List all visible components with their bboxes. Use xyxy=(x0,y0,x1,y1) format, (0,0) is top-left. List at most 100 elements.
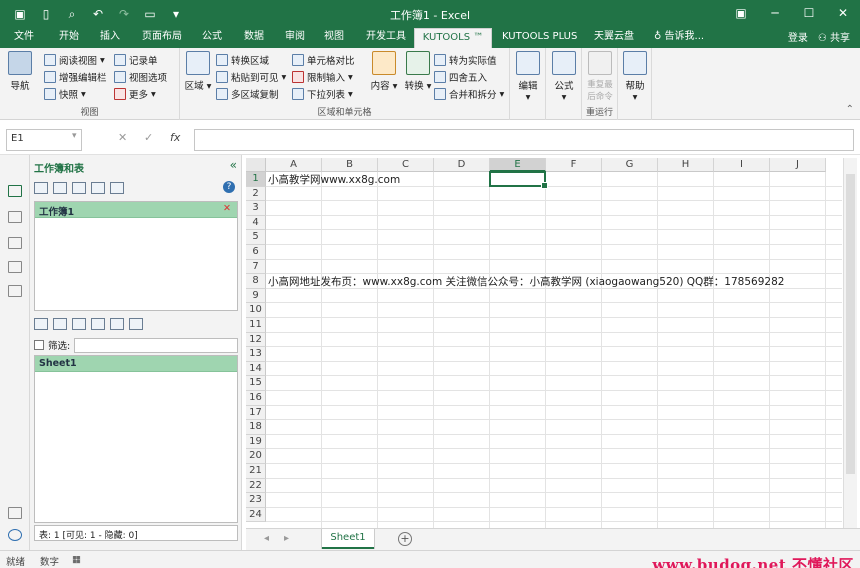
dropdown-list-button[interactable]: 下拉列表 ▾ xyxy=(292,86,353,102)
macro-record-icon[interactable]: ▦ xyxy=(72,554,81,565)
share-button[interactable]: ⚇ 共享 xyxy=(818,29,850,44)
find-replace-icon[interactable] xyxy=(8,285,22,297)
next-sheet-icon[interactable]: ▸ xyxy=(284,533,289,544)
help-button[interactable]: 帮助 ▾ xyxy=(619,51,651,103)
enhanced-edit-bar-button[interactable]: 增强编辑栏 xyxy=(44,69,107,85)
collapse-ribbon-icon[interactable]: ⌃ xyxy=(846,104,854,115)
column-header-a[interactable]: A xyxy=(266,158,322,172)
row-header-9[interactable]: 9 xyxy=(246,288,266,304)
compare-cells-button[interactable]: 单元格对比 xyxy=(292,52,355,68)
row-header-8[interactable]: 8 xyxy=(246,274,266,289)
collapse-panel-icon[interactable]: « xyxy=(230,158,237,172)
selected-cell-e1[interactable] xyxy=(489,171,548,189)
row-header-21[interactable]: 21 xyxy=(246,464,266,479)
row-header-2[interactable]: 2 xyxy=(246,186,266,202)
paste-to-visible-button[interactable]: 粘贴到可见 ▾ xyxy=(216,69,286,85)
column-header-h[interactable]: H xyxy=(658,158,714,172)
convert-button[interactable]: 转换 ▾ xyxy=(402,51,434,92)
close-workbook-icon[interactable]: ✕ xyxy=(223,203,231,214)
cell-a8[interactable]: 小高网地址发布页：www.xx8g.com 关注微信公众号：小高教学网 (xia… xyxy=(268,275,784,289)
formula-input[interactable] xyxy=(194,129,854,151)
workbook-item[interactable]: 工作簿1 ✕ xyxy=(35,202,237,218)
row-header-4[interactable]: 4 xyxy=(246,215,266,231)
name-box[interactable]: E1 xyxy=(6,129,82,151)
workbook-sheets-icon[interactable] xyxy=(8,185,22,197)
merge-split-button[interactable]: 合并和拆分 ▾ xyxy=(434,86,504,102)
refresh-icon[interactable] xyxy=(110,182,124,194)
vertical-scrollbar[interactable] xyxy=(843,158,857,528)
login-link[interactable]: 登录 xyxy=(788,29,808,44)
row-header-6[interactable]: 6 xyxy=(246,245,266,260)
row-header-10[interactable]: 10 xyxy=(246,303,266,318)
sheet-image-icon[interactable] xyxy=(72,318,86,330)
sort-asc-icon[interactable] xyxy=(53,182,67,194)
column-header-c[interactable]: C xyxy=(378,158,434,172)
sort-desc-icon[interactable] xyxy=(72,182,86,194)
snapshot-button[interactable]: 快照 ▾ xyxy=(44,86,86,102)
row-header-24[interactable]: 24 xyxy=(246,507,266,523)
row-header-5[interactable]: 5 xyxy=(246,230,266,245)
maximize-button[interactable]: ☐ xyxy=(792,0,826,26)
column-header-j[interactable]: J xyxy=(770,158,826,172)
sheet-edit-icon[interactable] xyxy=(110,318,124,330)
help-circle-icon[interactable]: ? xyxy=(223,181,235,193)
repeat-last-button[interactable]: 重复最后命令 xyxy=(584,51,616,102)
navigation-button[interactable]: 导航 xyxy=(4,51,36,92)
insert-function-icon[interactable]: fx xyxy=(170,131,180,144)
tab-home[interactable]: 开始 xyxy=(55,28,83,48)
sheet-list-view-icon[interactable] xyxy=(34,318,48,330)
sheet-list-item[interactable]: Sheet1 xyxy=(35,356,237,372)
row-header-1[interactable]: 1 xyxy=(246,172,266,187)
close-button[interactable]: ✕ xyxy=(826,0,860,26)
autotext-icon[interactable] xyxy=(8,211,22,223)
row-header-17[interactable]: 17 xyxy=(246,405,266,421)
filter-checkbox[interactable] xyxy=(34,340,44,350)
filter-input[interactable] xyxy=(74,337,238,353)
prev-sheet-icon[interactable]: ◂ xyxy=(264,533,269,544)
content-button[interactable]: 内容 ▾ xyxy=(368,51,400,92)
tab-developer[interactable]: 开发工具 xyxy=(362,28,410,48)
ribbon-display-options-button[interactable]: ▣ xyxy=(724,0,758,26)
tab-data[interactable]: 数据 xyxy=(240,28,268,48)
convert-range-button[interactable]: 转换区域 xyxy=(216,52,269,68)
column-header-g[interactable]: G xyxy=(602,158,658,172)
data-form-button[interactable]: 记录单 xyxy=(114,52,158,68)
sheet-refresh-icon[interactable] xyxy=(129,318,143,330)
sheet-tab-sheet1[interactable]: Sheet1 xyxy=(322,529,374,549)
reading-view-button[interactable]: 阅读视图 ▾ xyxy=(44,52,105,68)
row-header-15[interactable]: 15 xyxy=(246,376,266,391)
worksheet-grid[interactable]: ABCDEFGHIJ 1 2 3 4 5 6 7 8 9 10 11 12 13 14 15 16 17 18 19… xyxy=(246,158,842,528)
view-options-button[interactable]: 视图选项 xyxy=(114,69,167,85)
row-header-3[interactable]: 3 xyxy=(246,201,266,216)
row-header-13[interactable]: 13 xyxy=(246,347,266,362)
vertical-scroll-thumb[interactable] xyxy=(846,174,855,474)
cell-a1[interactable]: 小高教学网www.xx8g.com xyxy=(268,173,400,187)
column-header-d[interactable]: D xyxy=(434,158,490,172)
row-header-7[interactable]: 7 xyxy=(246,259,266,275)
confirm-entry-icon[interactable]: ✓ xyxy=(144,131,153,144)
tab-kutools-plus[interactable]: KUTOOLS PLUS xyxy=(498,28,581,48)
tab-view[interactable]: 视图 xyxy=(320,28,348,48)
tell-me-search[interactable]: ♁ 告诉我... xyxy=(650,28,708,48)
row-header-22[interactable]: 22 xyxy=(246,478,266,494)
column-header-b[interactable]: B xyxy=(322,158,378,172)
edit-button[interactable]: 编辑 ▾ xyxy=(512,51,544,103)
row-header-12[interactable]: 12 xyxy=(246,332,266,348)
round-button[interactable]: 四舍五入 xyxy=(434,69,487,85)
settings-gear-icon[interactable] xyxy=(8,529,22,541)
tab-review[interactable]: 审阅 xyxy=(281,28,309,48)
row-header-20[interactable]: 20 xyxy=(246,449,266,464)
cancel-entry-icon[interactable]: ✕ xyxy=(118,131,127,144)
row-header-18[interactable]: 18 xyxy=(246,420,266,435)
row-header-19[interactable]: 19 xyxy=(246,434,266,450)
column-header-f[interactable]: F xyxy=(546,158,602,172)
column-header-i[interactable]: I xyxy=(714,158,770,172)
sheet-delete-icon[interactable] xyxy=(91,318,105,330)
tab-formulas[interactable]: 公式 xyxy=(198,28,226,48)
name-box-dropdown-icon[interactable]: ▾ xyxy=(72,131,77,141)
sheet-chart-icon[interactable] xyxy=(53,318,67,330)
to-actual-button[interactable]: 转为实际值 xyxy=(434,52,497,68)
tab-tianyi-cloud[interactable]: 天翼云盘 xyxy=(590,28,638,48)
multi-range-copy-button[interactable]: 多区域复制 xyxy=(216,86,279,102)
more-button[interactable]: 更多 ▾ xyxy=(114,86,156,102)
